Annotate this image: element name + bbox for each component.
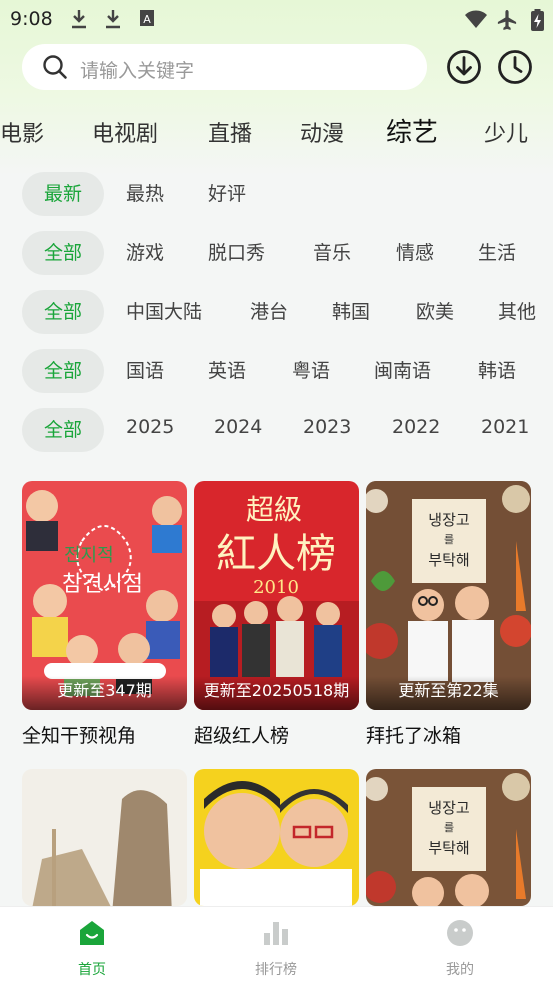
filter-genre-all[interactable]: 全部 [22, 231, 104, 275]
poster-text: 참견시점 [62, 572, 143, 597]
filter-genre-game[interactable]: 游戏 [126, 231, 164, 275]
filter-region-west[interactable]: 欧美 [416, 290, 454, 334]
filter-region-hk-tw[interactable]: 港台 [250, 290, 288, 334]
download-button-icon[interactable] [445, 48, 483, 86]
tab-kids[interactable]: 少儿 [484, 116, 528, 148]
filter-year-2024[interactable]: 2024 [214, 405, 262, 449]
download-notification-icon-2 [106, 10, 120, 29]
filter-genre-emotion[interactable]: 情感 [396, 231, 434, 275]
app-notification-icon: A [140, 10, 154, 26]
category-tabs: 电影 电视剧 直播 动漫 综艺 少儿 [0, 112, 553, 152]
video-card[interactable]: 전지적 참견시점 更新至347期 全知干预视角 [22, 481, 187, 751]
filter-row-sort: 最新 最热 好评 [0, 172, 553, 218]
poster-image[interactable]: 냉장고 를 부탁해 更新至第22集 [366, 481, 531, 710]
poster-text: 냉장고 [428, 511, 469, 529]
video-card[interactable]: 냉장고 를 부탁해 [366, 769, 531, 906]
filter-row-language: 全部 国语 英语 粤语 闽南语 韩语 [0, 349, 553, 395]
battery-charging-icon [531, 9, 544, 31]
poster-text: 를 [444, 821, 454, 834]
airplane-mode-icon [497, 10, 517, 30]
filter-row-region: 全部 中国大陆 港台 韩国 欧美 其他 [0, 290, 553, 336]
poster-image[interactable]: 냉장고 를 부탁해 [366, 769, 531, 906]
poster-art [194, 769, 359, 906]
filter-year-2025[interactable]: 2025 [126, 405, 174, 449]
video-card[interactable] [22, 769, 187, 906]
bottom-navigation: 首页 排行榜 我的 [0, 906, 553, 984]
search-icon [43, 55, 67, 79]
tab-variety[interactable]: 综艺 [386, 112, 438, 149]
history-clock-icon[interactable] [496, 48, 534, 86]
status-bar: 9:08 A [0, 0, 553, 38]
profile-icon [447, 920, 473, 946]
update-badge: 更新至347期 [22, 676, 187, 710]
filter-year-2023[interactable]: 2023 [303, 405, 351, 449]
nav-home-label: 首页 [78, 962, 106, 978]
card-title[interactable]: 拜托了冰箱 [366, 721, 461, 748]
filter-sort-hottest[interactable]: 最热 [126, 172, 164, 216]
filter-language-all[interactable]: 全部 [22, 349, 104, 393]
poster-art: 냉장고 를 부탁해 [366, 769, 531, 906]
search-placeholder[interactable]: 请输入关键字 [80, 56, 194, 83]
filter-genre-life[interactable]: 生活 [478, 231, 516, 275]
poster-text: 紅人榜 [216, 531, 336, 577]
tab-live[interactable]: 直播 [208, 116, 252, 148]
poster-art [22, 769, 187, 906]
poster-image[interactable] [194, 769, 359, 906]
poster-text: 를 [444, 533, 454, 546]
video-card[interactable]: 超級 紅人榜 2010 更新至20250518期 超级红人榜 [194, 481, 359, 751]
update-badge: 更新至第22集 [366, 676, 531, 710]
filter-language-korean[interactable]: 韩语 [478, 349, 516, 393]
download-notification-icon [72, 10, 86, 29]
filter-genre-talk-show[interactable]: 脱口秀 [208, 231, 265, 275]
nav-profile-label: 我的 [446, 962, 474, 978]
filter-row-genre: 全部 游戏 脱口秀 音乐 情感 生活 [0, 231, 553, 277]
nav-home[interactable]: 首页 [42, 907, 142, 984]
filter-language-hokkien[interactable]: 闽南语 [374, 349, 431, 393]
filter-row-year: 全部 2025 2024 2023 2022 2021 [0, 408, 553, 454]
nav-profile[interactable]: 我的 [410, 907, 510, 984]
wifi-icon [465, 10, 487, 28]
poster-text: 2010 [253, 577, 299, 598]
filter-year-all[interactable]: 全部 [22, 408, 104, 452]
poster-image[interactable]: 超級 紅人榜 2010 更新至20250518期 [194, 481, 359, 710]
filter-region-mainland[interactable]: 中国大陆 [126, 290, 202, 334]
poster-image[interactable] [22, 769, 187, 906]
ranking-icon [264, 922, 288, 945]
poster-text: 부탁해 [428, 551, 469, 569]
home-icon [80, 921, 104, 945]
filter-sort-top-rated[interactable]: 好评 [208, 172, 246, 216]
filter-year-2022[interactable]: 2022 [392, 405, 440, 449]
filter-sort-latest[interactable]: 最新 [22, 172, 104, 216]
filter-year-2021[interactable]: 2021 [481, 405, 529, 449]
tab-movie[interactable]: 电影 [0, 116, 44, 148]
video-card[interactable] [194, 769, 359, 906]
status-time: 9:08 [10, 8, 53, 30]
poster-image[interactable]: 전지적 참견시점 更新至347期 [22, 481, 187, 710]
filter-language-english[interactable]: 英语 [208, 349, 246, 393]
poster-text: 냉장고 [428, 799, 469, 817]
nav-ranking[interactable]: 排行榜 [226, 907, 326, 984]
poster-text: 부탁해 [428, 839, 469, 857]
filter-region-korea[interactable]: 韩国 [332, 290, 370, 334]
svg-text:A: A [143, 13, 151, 26]
filter-region-all[interactable]: 全部 [22, 290, 104, 334]
update-badge: 更新至20250518期 [194, 676, 359, 710]
tab-tv-series[interactable]: 电视剧 [92, 116, 158, 148]
filter-region-other[interactable]: 其他 [498, 290, 536, 334]
filter-language-mandarin[interactable]: 国语 [126, 349, 164, 393]
filter-language-cantonese[interactable]: 粤语 [292, 349, 330, 393]
card-title[interactable]: 超级红人榜 [194, 721, 289, 748]
poster-text: 전지적 [64, 545, 114, 566]
tab-anime[interactable]: 动漫 [300, 116, 344, 148]
search-bar[interactable]: 请输入关键字 [22, 44, 427, 90]
nav-ranking-label: 排行榜 [255, 962, 297, 978]
filter-genre-music[interactable]: 音乐 [313, 231, 351, 275]
card-title[interactable]: 全知干预视角 [22, 721, 136, 748]
poster-text: 超級 [246, 493, 302, 526]
video-card[interactable]: 냉장고 를 부탁해 更新至第22集 拜托了冰箱 [366, 481, 531, 751]
